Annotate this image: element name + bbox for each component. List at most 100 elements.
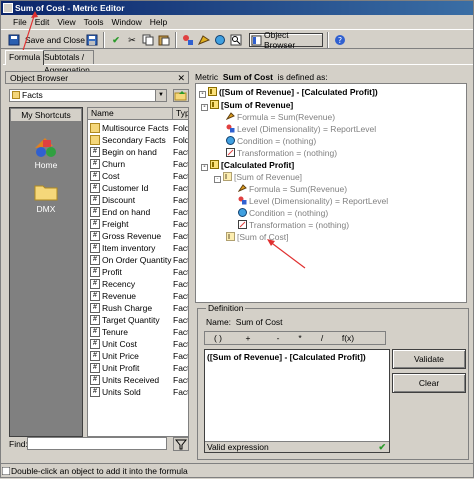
- list-item-name: Customer Id: [102, 183, 149, 193]
- fact-icon: #: [90, 291, 100, 301]
- list-item[interactable]: # Freight Fact: [88, 218, 188, 230]
- copy-icon[interactable]: [141, 33, 155, 47]
- level-icon[interactable]: [197, 33, 211, 47]
- tree-node[interactable]: Level (Dimensionality) = ReportLevel: [226, 124, 376, 135]
- tree-node[interactable]: Transformation = (nothing): [226, 148, 337, 159]
- tree-node[interactable]: Formula = Sum(Revenue): [225, 112, 335, 123]
- tree-node[interactable]: Condition = (nothing): [226, 136, 316, 147]
- menu-view[interactable]: View: [53, 15, 79, 29]
- shortcut-home[interactable]: Home: [10, 134, 82, 170]
- list-item-name: Cost: [102, 171, 120, 181]
- folder-dropdown[interactable]: Facts ▼: [9, 89, 167, 102]
- check-icon[interactable]: ✔: [109, 33, 123, 47]
- list-item[interactable]: # Unit Profit Fact: [88, 362, 188, 374]
- list-item[interactable]: # Target Quantity Fact: [88, 314, 188, 326]
- tree-node[interactable]: Level (Dimensionality) = ReportLevel: [238, 196, 388, 207]
- list-item[interactable]: # Units Sold Fact: [88, 386, 188, 398]
- condition-icon[interactable]: [213, 33, 227, 47]
- valid-check-icon: ✔: [378, 442, 386, 452]
- up-folder-button[interactable]: [173, 89, 189, 102]
- cut-icon[interactable]: ✂: [125, 33, 139, 47]
- collapse-icon[interactable]: -: [201, 164, 208, 171]
- list-item[interactable]: # Revenue Fact: [88, 290, 188, 302]
- shortcuts-header[interactable]: My Shortcuts: [10, 108, 82, 122]
- tab-subtotals-aggregation[interactable]: Subtotals / Aggregation: [40, 50, 94, 75]
- metric-prefix: Metric: [195, 72, 219, 82]
- collapse-icon[interactable]: -: [201, 104, 208, 111]
- parentheses-button[interactable]: ( ): [207, 332, 229, 345]
- list-item[interactable]: # Tenure Fact: [88, 326, 188, 338]
- close-icon[interactable]: ✕: [177, 72, 185, 84]
- formula-text: ([Sum of Revenue] - [Calculated Profit]): [207, 352, 366, 362]
- menu-edit[interactable]: Edit: [31, 15, 54, 29]
- function-button[interactable]: f(x): [337, 332, 359, 345]
- divide-button[interactable]: /: [311, 332, 333, 345]
- find-input[interactable]: [27, 437, 167, 450]
- save-close-icon[interactable]: [7, 33, 21, 47]
- operator-toolbar: ( ) + - * / f(x): [204, 331, 386, 345]
- fact-icon: #: [90, 255, 100, 265]
- metric-icon: [208, 87, 217, 96]
- list-item[interactable]: # Gross Revenue Fact: [88, 230, 188, 242]
- tree-node[interactable]: - [Sum of Revenue]: [201, 100, 293, 111]
- list-item-name: Unit Cost: [102, 339, 137, 349]
- list-item[interactable]: # Profit Fact: [88, 266, 188, 278]
- list-item[interactable]: # Unit Price Fact: [88, 350, 188, 362]
- list-item[interactable]: # Recency Fact: [88, 278, 188, 290]
- validate-button[interactable]: Validate: [392, 349, 466, 369]
- list-item[interactable]: # On Order Quantity Fact: [88, 254, 188, 266]
- list-item[interactable]: # Rush Charge Fact: [88, 302, 188, 314]
- tree-node[interactable]: Condition = (nothing): [238, 208, 328, 219]
- tree-node[interactable]: - ([Sum of Revenue] - [Calculated Profit]…: [199, 87, 378, 98]
- tree-node[interactable]: Formula = Sum(Revenue): [237, 184, 347, 195]
- menu-file[interactable]: File: [9, 15, 31, 29]
- list-item[interactable]: # Customer Id Fact: [88, 182, 188, 194]
- minus-button[interactable]: -: [267, 332, 289, 345]
- list-item[interactable]: # Discount Fact: [88, 194, 188, 206]
- multiply-button[interactable]: *: [289, 332, 311, 345]
- chevron-down-icon[interactable]: ▼: [155, 90, 166, 101]
- plus-button[interactable]: +: [237, 332, 259, 345]
- filter-button[interactable]: [173, 437, 189, 451]
- fact-icon: #: [90, 363, 100, 373]
- tree-node[interactable]: - [Calculated Profit]: [201, 160, 294, 171]
- paste-icon[interactable]: [157, 33, 171, 47]
- collapse-icon[interactable]: -: [214, 176, 221, 183]
- help-icon[interactable]: ?: [333, 33, 347, 47]
- collapse-icon[interactable]: -: [199, 91, 206, 98]
- objects-icon[interactable]: [181, 33, 195, 47]
- tree-node[interactable]: [Sum of Cost]: [226, 232, 289, 243]
- list-item[interactable]: Multisource Facts Fold: [88, 122, 188, 134]
- tab-formula[interactable]: Formula: [5, 50, 45, 65]
- find-bar: Find:: [9, 437, 193, 453]
- list-item[interactable]: # Cost Fact: [88, 170, 188, 182]
- tree-node-label: Level (Dimensionality) = ReportLevel: [237, 124, 377, 134]
- save-close-button[interactable]: Save and Close: [23, 33, 87, 47]
- folder-icon: [90, 123, 100, 133]
- list-item[interactable]: # End on hand Fact: [88, 206, 188, 218]
- tree-node[interactable]: - [Sum of Revenue]: [214, 172, 302, 183]
- tree-node[interactable]: Transformation = (nothing): [238, 220, 349, 231]
- fact-icon: #: [90, 183, 100, 193]
- level-icon: [238, 196, 247, 205]
- list-item[interactable]: # Unit Cost Fact: [88, 338, 188, 350]
- column-header-type[interactable]: Type: [173, 108, 188, 120]
- menu-window[interactable]: Window: [107, 15, 145, 29]
- formula-tree[interactable]: - ([Sum of Revenue] - [Calculated Profit]…: [195, 83, 467, 303]
- find-icon[interactable]: [229, 33, 243, 47]
- title-bar[interactable]: Sum of Cost - Metric Editor: [1, 1, 473, 15]
- menu-help[interactable]: Help: [146, 15, 171, 29]
- object-list[interactable]: Name Type Multisource FactsFoldSecondary…: [87, 107, 189, 437]
- list-item[interactable]: # Churn Fact: [88, 158, 188, 170]
- list-item[interactable]: # Begin on hand Fact: [88, 146, 188, 158]
- save-icon[interactable]: [85, 33, 99, 47]
- list-item[interactable]: Secondary Facts Fold: [88, 134, 188, 146]
- object-browser-button[interactable]: Object Browser: [249, 30, 323, 50]
- column-header-name[interactable]: Name: [88, 108, 173, 120]
- list-item[interactable]: # Item inventory Fact: [88, 242, 188, 254]
- clear-button[interactable]: Clear: [392, 373, 466, 393]
- formula-input[interactable]: ([Sum of Revenue] - [Calculated Profit])…: [204, 349, 390, 453]
- shortcut-dmx[interactable]: DMX: [10, 180, 82, 214]
- list-item[interactable]: # Units Received Fact: [88, 374, 188, 386]
- menu-tools[interactable]: Tools: [80, 15, 108, 29]
